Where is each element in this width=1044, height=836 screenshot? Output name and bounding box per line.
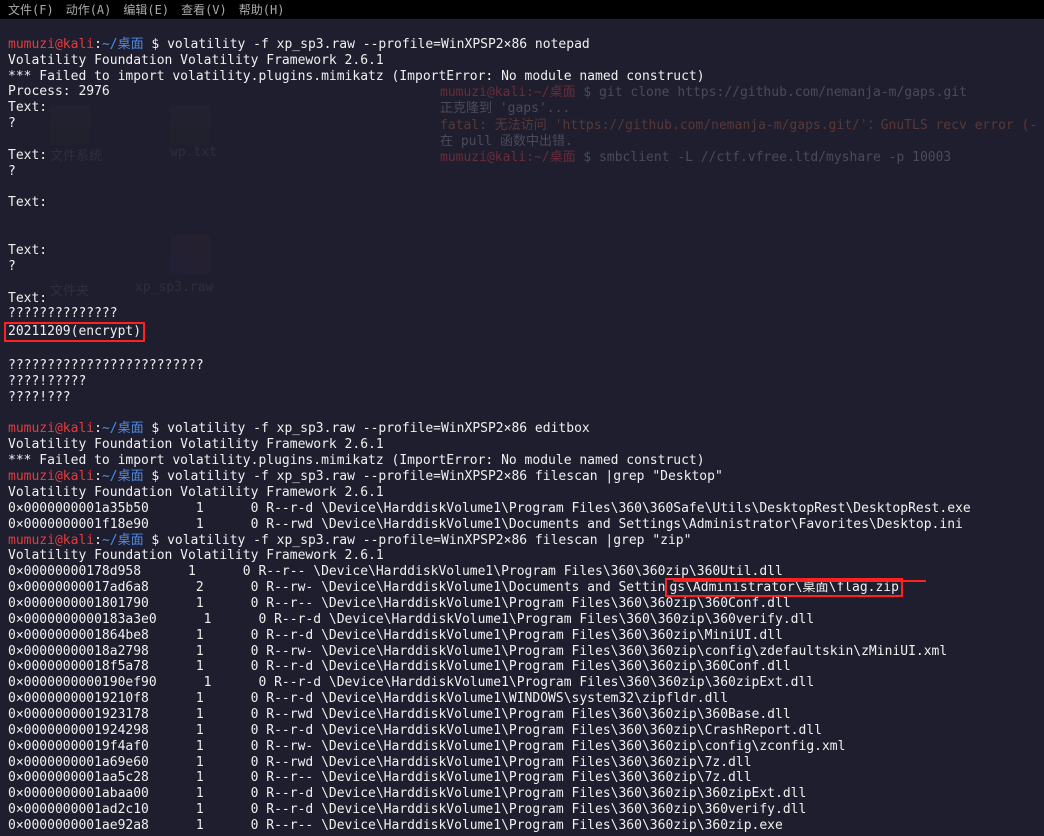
output-line: [8, 275, 1036, 291]
output-line: ?????????????????????????: [8, 358, 1036, 374]
output-line: 0×0000000001924298 1 0 R--r-d \Device\Ha…: [8, 723, 1036, 739]
output-line: ????!?????: [8, 374, 1036, 390]
highlighted-encrypt: 20211209(encrypt): [8, 322, 1036, 342]
prompt-host: kali: [63, 37, 94, 52]
prompt-host: kali: [63, 421, 94, 436]
prompt-line[interactable]: mumuzi@kali:~/桌面 $ volatility -f xp_sp3.…: [8, 533, 1036, 549]
prompt-path: ~/桌面: [102, 533, 144, 548]
output-line: 0×0000000001ae92a8 1 0 R--r-- \Device\Ha…: [8, 818, 1036, 834]
output-line: [8, 227, 1036, 243]
output-line: 0×0000000001aa5c28 1 0 R--r-- \Device\Ha…: [8, 770, 1036, 786]
output-line: Volatility Foundation Volatility Framewo…: [8, 485, 1036, 501]
menu-file[interactable]: 文件(F): [8, 1, 54, 18]
menu-view[interactable]: 查看(V): [181, 1, 227, 18]
output-line: Process: 2976: [8, 84, 1036, 100]
menu-help[interactable]: 帮助(H): [239, 1, 285, 18]
prompt-user: mumuzi: [8, 469, 55, 484]
output-line: Text:: [8, 148, 1036, 164]
prompt-line[interactable]: mumuzi@kali:~/桌面 $ volatility -f xp_sp3.…: [8, 37, 1036, 53]
output-line: 0×0000000001864be8 1 0 R--r-d \Device\Ha…: [8, 628, 1036, 644]
output-line: 0×0000000000190ef90 1 0 R--r-d \Device\H…: [8, 675, 1036, 691]
output-line: 0×0000000001a69e60 1 0 R--rwd \Device\Ha…: [8, 755, 1036, 771]
output-line: 0×0000000001ad2c10 1 0 R--r-d \Device\Ha…: [8, 802, 1036, 818]
prompt-user: mumuzi: [8, 533, 55, 548]
prompt-host: kali: [63, 533, 94, 548]
command-text: volatility -f xp_sp3.raw --profile=WinXP…: [167, 421, 590, 436]
output-line: [8, 406, 1036, 422]
prompt-line[interactable]: mumuzi@kali:~/桌面 $ volatility -f xp_sp3.…: [8, 469, 1036, 485]
output-line: 0×0000000001a35b50 1 0 R--r-d \Device\Ha…: [8, 501, 1036, 517]
command-text: volatility -f xp_sp3.raw --profile=WinXP…: [167, 37, 590, 52]
output-line: [8, 342, 1036, 358]
output-line: Volatility Foundation Volatility Framewo…: [8, 548, 1036, 564]
output-line-flagzip: 0×00000000017ad6a8 2 0 R--rw- \Device\Ha…: [8, 580, 1036, 596]
output-line: 0×0000000001923178 1 0 R--rwd \Device\Ha…: [8, 707, 1036, 723]
output-line: 0×0000000000183a3e0 1 0 R--r-d \Device\H…: [8, 612, 1036, 628]
output-line: [8, 211, 1036, 227]
output-line: Volatility Foundation Volatility Framewo…: [8, 437, 1036, 453]
output-line: 0×0000000001f18e90 1 0 R--rwd \Device\Ha…: [8, 517, 1036, 533]
terminal-window[interactable]: mumuzi@kali:~/桌面 $ volatility -f xp_sp3.…: [0, 19, 1044, 836]
prompt-host: kali: [63, 469, 94, 484]
prompt-user: mumuzi: [8, 37, 55, 52]
output-line: Text:: [8, 195, 1036, 211]
output-line: Text:: [8, 291, 1036, 307]
output-line: 0×00000000019f4af0 1 0 R--rw- \Device\Ha…: [8, 739, 1036, 755]
output-line: ??????????????: [8, 306, 1036, 322]
menu-edit[interactable]: 编辑(E): [123, 1, 169, 18]
output-line: Text:: [8, 243, 1036, 259]
output-line: [8, 132, 1036, 148]
output-line: Volatility Foundation Volatility Framewo…: [8, 53, 1036, 69]
output-line: *** Failed to import volatility.plugins.…: [8, 69, 1036, 85]
output-line: ?: [8, 164, 1036, 180]
prompt-path: ~/桌面: [102, 421, 144, 436]
output-line: *** Failed to import volatility.plugins.…: [8, 453, 1036, 469]
command-text: volatility -f xp_sp3.raw --profile=WinXP…: [167, 469, 723, 484]
output-line: 0×00000000178d958 1 0 R--r-- \Device\Har…: [8, 564, 1036, 580]
output-line: 0×0000000001801790 1 0 R--r-- \Device\Ha…: [8, 596, 1036, 612]
output-line: [8, 180, 1036, 196]
output-line: ?: [8, 116, 1036, 132]
output-line: 0×00000000019210f8 1 0 R--r-d \Device\Ha…: [8, 691, 1036, 707]
output-line: 0×00000000018a2798 1 0 R--rw- \Device\Ha…: [8, 644, 1036, 660]
output-line: 0×00000000018f5a78 1 0 R--r-d \Device\Ha…: [8, 659, 1036, 675]
prompt-user: mumuzi: [8, 421, 55, 436]
output-line: 0×0000000001abaa00 1 0 R--r-d \Device\Ha…: [8, 786, 1036, 802]
menu-action[interactable]: 动作(A): [66, 1, 112, 18]
prompt-path: ~/桌面: [102, 37, 144, 52]
output-line: ????!???: [8, 390, 1036, 406]
prompt-path: ~/桌面: [102, 469, 144, 484]
command-text: volatility -f xp_sp3.raw --profile=WinXP…: [167, 533, 691, 548]
output-line: ?: [8, 259, 1036, 275]
red-box-top-edge: [673, 580, 926, 582]
output-line: Text:: [8, 100, 1036, 116]
prompt-line[interactable]: mumuzi@kali:~/桌面 $ volatility -f xp_sp3.…: [8, 421, 1036, 437]
menu-bar[interactable]: 文件(F) 动作(A) 编辑(E) 查看(V) 帮助(H): [0, 0, 1044, 19]
